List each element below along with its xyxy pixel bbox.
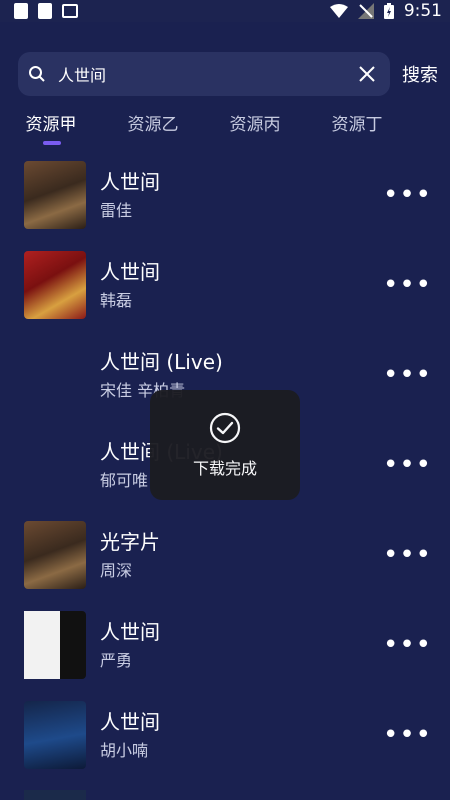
status-bar: 9:51 — [0, 0, 450, 22]
tab-source-c[interactable]: 资源丙 — [204, 110, 306, 135]
clock: 9:51 — [403, 1, 442, 21]
list-item[interactable]: 人世间 胡小喃 ••• — [0, 690, 450, 780]
album-cover — [24, 161, 86, 229]
search-box[interactable]: 人世间 — [18, 52, 390, 96]
tab-source-b[interactable]: 资源乙 — [102, 110, 204, 135]
notification-icon — [14, 3, 28, 19]
more-icon[interactable]: ••• — [383, 630, 432, 660]
song-title: 人世间 — [100, 620, 160, 644]
list-item[interactable]: 人世间 严勇 ••• — [0, 600, 450, 690]
tab-source-d[interactable]: 资源丁 — [306, 110, 408, 135]
more-icon[interactable]: ••• — [383, 180, 432, 210]
source-tabs: 资源甲 资源乙 资源丙 资源丁 — [0, 102, 450, 145]
image-icon — [62, 4, 78, 18]
song-title: 人世间 — [100, 710, 160, 734]
album-cover — [24, 790, 86, 800]
album-cover — [24, 251, 86, 319]
song-title: 光字片 — [100, 530, 160, 554]
wifi-icon — [329, 4, 348, 18]
search-input[interactable]: 人世间 — [58, 62, 358, 86]
battery-icon — [383, 3, 394, 19]
song-title: 人世间 (Live) — [100, 350, 223, 374]
more-icon[interactable]: ••• — [383, 360, 432, 390]
album-cover — [24, 521, 86, 589]
list-item[interactable]: 人世间 雷佳 ••• — [0, 150, 450, 240]
album-cover — [24, 701, 86, 769]
album-cover — [24, 611, 86, 679]
album-cover — [24, 341, 86, 409]
toast-text: 下载完成 — [192, 459, 257, 478]
song-title: 人世间 — [100, 170, 160, 194]
list-item[interactable]: 人世间 韩磊 ••• — [0, 240, 450, 330]
more-icon[interactable]: ••• — [383, 540, 432, 570]
clear-icon[interactable] — [358, 65, 376, 83]
song-artist: 胡小喃 — [100, 741, 149, 760]
more-icon[interactable]: ••• — [383, 720, 432, 750]
download-toast: 下载完成 — [150, 390, 300, 500]
search-icon — [29, 66, 45, 82]
song-artist: 雷佳 — [100, 201, 133, 220]
tab-source-a[interactable]: 资源甲 — [0, 110, 102, 145]
song-artist: 周深 — [100, 561, 133, 580]
check-circle-icon — [209, 412, 241, 444]
album-cover — [24, 431, 86, 499]
song-title: 人世间 — [100, 260, 160, 284]
search-button[interactable]: 搜索 — [402, 61, 438, 87]
search-row: 人世间 搜索 — [0, 52, 450, 96]
more-icon[interactable]: ••• — [383, 270, 432, 300]
more-icon[interactable]: ••• — [383, 450, 432, 480]
signal-icon — [357, 3, 374, 19]
song-artist: 韩磊 — [100, 291, 133, 310]
notification-icon — [38, 3, 52, 19]
list-item[interactable]: 光字片 周深 ••• — [0, 510, 450, 600]
song-artist: 严勇 — [100, 651, 133, 670]
